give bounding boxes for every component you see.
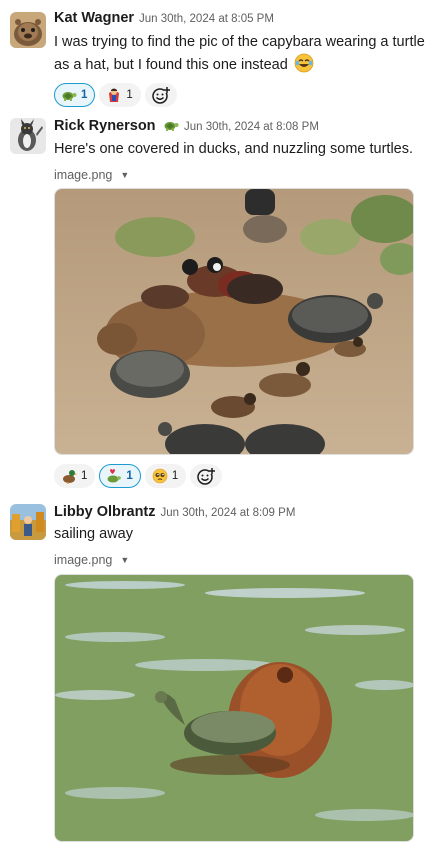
author-name[interactable]: Libby Olbrantz [54, 504, 156, 520]
file-name-toggle[interactable]: image.png ▼ [54, 550, 439, 570]
message-3: Libby Olbrantz Jun 30th, 2024 at 8:09 PM … [0, 502, 445, 856]
reaction-duck[interactable]: 1 [54, 464, 96, 488]
image-attachment[interactable] [54, 574, 414, 842]
add-emoji-icon [197, 468, 216, 485]
message-1: Kat Wagner Jun 30th, 2024 at 8:05 PM I wa… [0, 8, 445, 107]
reaction-turtle[interactable]: 1 [54, 83, 96, 107]
file-name: image.png [54, 553, 113, 567]
caret-down-icon[interactable]: ▼ [120, 165, 129, 185]
reaction-count: 1 [126, 89, 133, 101]
reaction-count: 1 [126, 470, 133, 482]
capybara-turtle-water-image [55, 575, 413, 841]
reaction-pleading-face[interactable]: 1 [144, 464, 187, 488]
reaction-count: 1 [81, 89, 88, 101]
avatar-libby-olbrantz[interactable] [10, 504, 46, 540]
reactions-bar: 1 1 1 [54, 464, 223, 488]
timestamp[interactable]: Jun 30th, 2024 at 8:05 PM [139, 13, 274, 25]
reaction-count: 1 [171, 470, 179, 482]
add-reaction-button[interactable] [144, 83, 177, 107]
superhero-icon [109, 88, 120, 102]
reaction-count: 1 [81, 470, 88, 482]
file-name: image.png [54, 168, 113, 182]
reaction-turtle-heart[interactable]: 1 [99, 464, 141, 488]
turtle-heart-icon [107, 469, 122, 483]
avatar-kat-wagner[interactable] [10, 12, 46, 48]
author-name[interactable]: Rick Rynerson [54, 118, 156, 134]
file-name-toggle[interactable]: image.png ▼ [54, 165, 439, 185]
timestamp[interactable]: Jun 30th, 2024 at 8:09 PM [161, 507, 296, 519]
reaction-superhero[interactable]: 1 [99, 83, 141, 107]
image-attachment[interactable] [54, 188, 414, 455]
message-text: sailing away [54, 526, 133, 542]
message-2: Rick Rynerson Jun 30th, 2024 at 8:08 PM … [0, 116, 445, 488]
timestamp[interactable]: Jun 30th, 2024 at 8:08 PM [184, 121, 319, 133]
turtle-icon [62, 92, 77, 101]
message-text: I was trying to find the pic of the capy… [54, 34, 425, 73]
turtle-status-icon [164, 122, 179, 131]
add-emoji-icon [152, 87, 170, 104]
author-name[interactable]: Kat Wagner [54, 10, 134, 26]
joy-emoji-icon [294, 53, 314, 73]
add-reaction-button[interactable] [190, 464, 223, 488]
caret-down-icon[interactable]: ▼ [120, 550, 129, 570]
duck-icon [63, 470, 77, 484]
capybara-ducks-image [55, 189, 413, 454]
reactions-bar: 1 1 [54, 83, 439, 107]
message-text: Here's one covered in ducks, and nuzzlin… [54, 141, 414, 157]
pleading-face-icon [152, 468, 168, 484]
avatar-rick-rynerson[interactable] [10, 118, 46, 154]
